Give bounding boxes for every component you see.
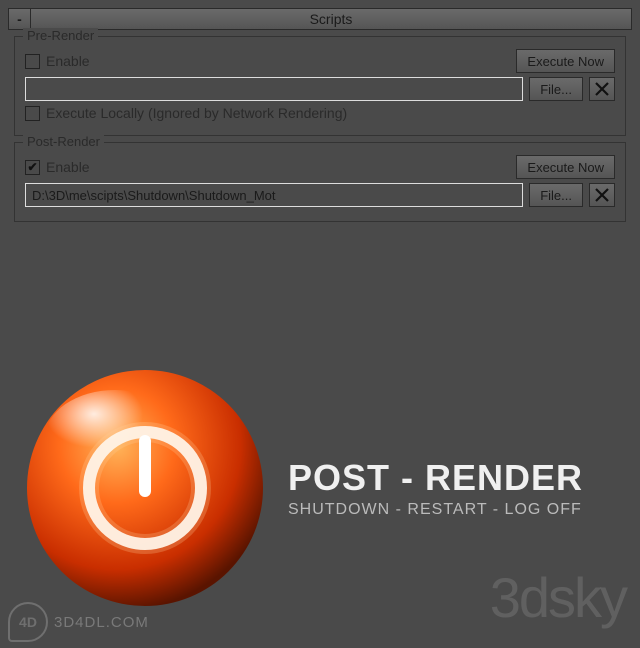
post-file-button[interactable]: File... xyxy=(529,183,583,207)
post-script-path-input[interactable] xyxy=(25,183,523,207)
close-icon xyxy=(594,81,610,97)
pre-clear-button[interactable] xyxy=(589,77,615,101)
watermark-3d4dl: 4D 3D4DL.COM xyxy=(8,602,149,642)
pre-enable-label[interactable]: Enable xyxy=(46,53,90,69)
pre-script-path-input[interactable] xyxy=(25,77,523,101)
pre-render-group: Pre-Render Enable Execute Now File... Ex… xyxy=(14,36,626,136)
watermark-text: 3D4DL.COM xyxy=(54,614,149,631)
post-execute-now-button[interactable]: Execute Now xyxy=(516,155,615,179)
power-orb-icon xyxy=(20,363,270,613)
post-enable-label[interactable]: Enable xyxy=(46,159,90,175)
pre-execute-locally-label[interactable]: Execute Locally (Ignored by Network Rend… xyxy=(46,105,347,121)
watermark-3dsky: 3dsky xyxy=(490,565,626,630)
pre-execute-now-button[interactable]: Execute Now xyxy=(516,49,615,73)
pre-render-legend: Pre-Render xyxy=(23,28,98,43)
post-clear-button[interactable] xyxy=(589,183,615,207)
pre-execute-locally-checkbox[interactable] xyxy=(25,106,40,121)
post-render-group: Post-Render ✔ Enable Execute Now File... xyxy=(14,142,626,222)
pre-file-button[interactable]: File... xyxy=(529,77,583,101)
post-render-legend: Post-Render xyxy=(23,134,104,149)
promo-title: POST - RENDER xyxy=(288,457,583,499)
pre-enable-checkbox[interactable] xyxy=(25,54,40,69)
post-enable-checkbox[interactable]: ✔ xyxy=(25,160,40,175)
close-icon xyxy=(594,187,610,203)
collapse-button[interactable]: - xyxy=(8,8,30,30)
panel-title: Scripts xyxy=(30,8,632,30)
promo-subtitle: SHUTDOWN - RESTART - LOG OFF xyxy=(288,501,583,519)
watermark-logo-icon: 4D xyxy=(8,602,48,642)
